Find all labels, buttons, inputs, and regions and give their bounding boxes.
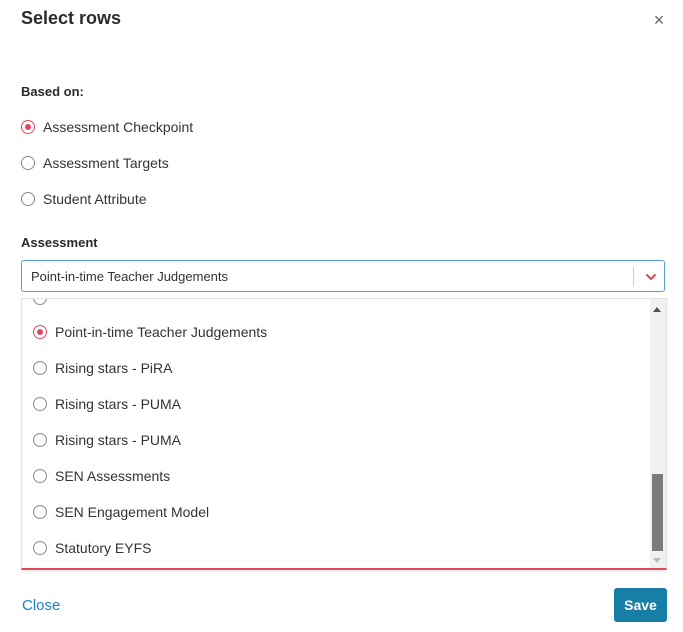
dialog-title: Select rows	[21, 8, 122, 28]
close-icon[interactable]: ×	[651, 11, 667, 29]
radio-icon[interactable]	[33, 469, 47, 483]
assessment-select-value: Point-in-time Teacher Judgements	[31, 269, 229, 284]
list-item-label: Rising stars - PiRA	[55, 360, 173, 376]
list-item-label: Point-in-time Teacher Judgements	[55, 324, 268, 340]
save-button[interactable]: Save	[614, 588, 667, 622]
list-item-label: Rising stars - PUMA	[55, 396, 182, 412]
radio-icon[interactable]	[33, 433, 47, 447]
radio-icon[interactable]	[33, 505, 47, 519]
assessment-dropdown-list: Point-in-time Teacher Judgements Rising …	[21, 298, 667, 570]
radio-label: Assessment Checkpoint	[43, 119, 194, 135]
based-on-label: Based on:	[21, 84, 84, 99]
list-item-label: SEN Engagement Model	[55, 504, 210, 520]
list-item-label: Statutory EYFS	[55, 540, 152, 556]
radio-icon[interactable]	[33, 397, 47, 411]
list-item-label: SEN Assessments	[55, 468, 171, 484]
list-item-label: Rising stars - PUMA	[55, 432, 182, 448]
scroll-down-arrow-icon[interactable]	[653, 558, 661, 563]
chevron-down-icon[interactable]	[644, 270, 658, 284]
radio-assessment-targets[interactable]: Assessment Targets	[21, 153, 169, 173]
radio-label: Student Attribute	[43, 191, 147, 207]
list-item[interactable]: Rising stars - PiRA	[33, 358, 172, 378]
assessment-select[interactable]: Point-in-time Teacher Judgements	[21, 260, 665, 292]
radio-icon[interactable]	[33, 361, 47, 375]
radio-label: Assessment Targets	[43, 155, 169, 171]
dropdown-scrollbar[interactable]	[650, 299, 666, 568]
list-item-partial	[33, 299, 55, 308]
list-item[interactable]: SEN Assessments	[33, 466, 170, 486]
radio-icon[interactable]	[21, 156, 35, 170]
scrollbar-thumb[interactable]	[652, 474, 663, 551]
list-item[interactable]: SEN Engagement Model	[33, 502, 209, 522]
close-link[interactable]: Close	[22, 597, 60, 614]
radio-icon[interactable]	[21, 192, 35, 206]
list-item[interactable]: Rising stars - PUMA	[33, 394, 181, 414]
scroll-up-arrow-icon[interactable]	[653, 307, 661, 312]
radio-icon	[33, 299, 47, 305]
list-item[interactable]: Point-in-time Teacher Judgements	[33, 322, 267, 342]
radio-icon[interactable]	[33, 541, 47, 555]
list-item[interactable]: Statutory EYFS	[33, 538, 151, 558]
radio-student-attribute[interactable]: Student Attribute	[21, 189, 147, 209]
select-separator	[633, 267, 634, 287]
radio-icon-checked[interactable]	[33, 325, 47, 339]
radio-icon-checked[interactable]	[21, 120, 35, 134]
assessment-label: Assessment	[21, 235, 98, 250]
radio-assessment-checkpoint[interactable]: Assessment Checkpoint	[21, 117, 193, 137]
list-item[interactable]: Rising stars - PUMA	[33, 430, 181, 450]
